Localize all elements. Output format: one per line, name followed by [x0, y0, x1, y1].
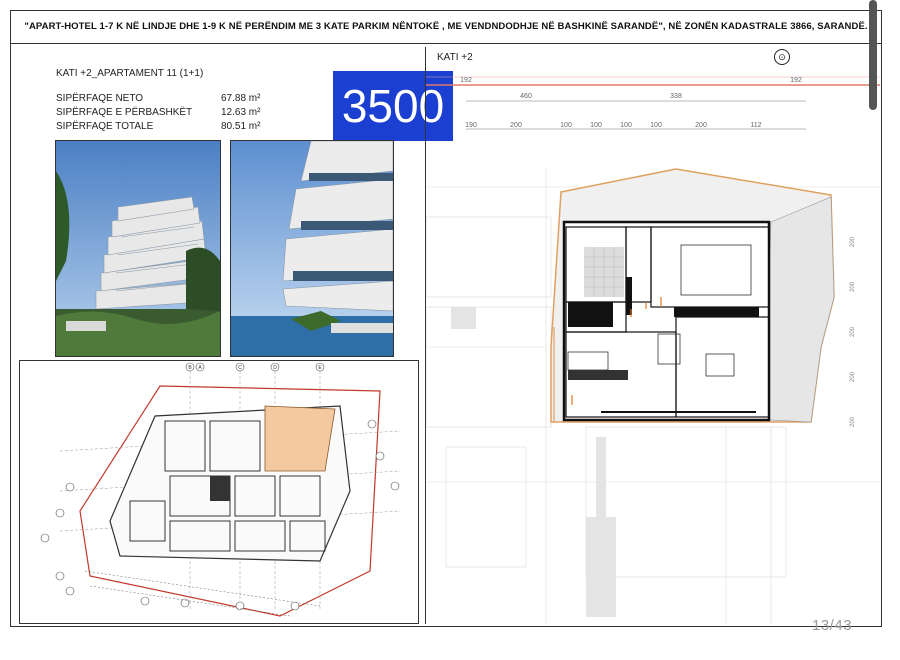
apartment-floor-plan: 460 338 192 192 190 200 100 100 100 100 …	[425, 47, 880, 624]
apartment-heading: KATI +2_APARTAMENT 11 (1+1)	[56, 68, 204, 79]
building-render-front	[55, 140, 221, 357]
site-plan-drawing: B A C D E	[40, 362, 401, 617]
page-indicator: 13/43	[812, 617, 853, 634]
dimension-label: 100	[560, 122, 572, 129]
floor-plan-drawing: 460 338 192 192 190 200 100 100 100 100 …	[426, 76, 880, 624]
dimension-label: 200	[850, 416, 856, 427]
north-arrow-icon: ⊙	[774, 49, 790, 65]
area-row-net: SIPËRFAQE NETO 67.88 m²	[56, 92, 271, 106]
dimension-label: 100	[590, 122, 602, 129]
dimension-label: 200	[850, 326, 856, 337]
building-render-closeup-image	[231, 141, 393, 356]
dimension-label: 192	[460, 77, 472, 84]
area-table: SIPËRFAQE NETO 67.88 m² SIPËRFAQE E PËRB…	[56, 92, 271, 134]
area-value: 80.51 m²	[221, 121, 261, 132]
area-label: SIPËRFAQE TOTALE	[56, 121, 154, 132]
dimension-label: 200	[510, 122, 522, 129]
dimension-label: 338	[670, 93, 682, 100]
grid-label: C	[238, 365, 242, 371]
area-row-total: SIPËRFAQE TOTALE 80.51 m²	[56, 120, 271, 134]
area-row-common: SIPËRFAQE E PËRBASHKËT 12.63 m²	[56, 106, 271, 120]
dimension-label: 100	[620, 122, 632, 129]
floor-label: KATI +2	[437, 52, 473, 63]
project-title: "APART-HOTEL 1-7 K NË LINDJE DHE 1-9 K N…	[11, 11, 881, 44]
area-value: 67.88 m²	[221, 93, 261, 104]
grid-label: D	[273, 365, 277, 371]
dimension-label: 200	[850, 371, 856, 382]
dimension-label: 200	[850, 236, 856, 247]
dimension-label: 192	[790, 77, 802, 84]
dimension-label: 200	[695, 122, 707, 129]
dimension-label: 100	[650, 122, 662, 129]
dimension-label: 460	[520, 93, 532, 100]
dimension-label: 200	[850, 281, 856, 292]
building-render-front-image	[56, 141, 220, 356]
scrollbar[interactable]	[869, 0, 877, 110]
area-label: SIPËRFAQE E PËRBASHKËT	[56, 107, 193, 118]
area-value: 12.63 m²	[221, 107, 261, 118]
building-render-closeup	[230, 140, 394, 357]
site-floor-plan: B A C D E	[19, 360, 419, 624]
area-label: SIPËRFAQE NETO	[56, 93, 144, 104]
dimension-label: 112	[750, 122, 761, 129]
dimension-label: 190	[465, 122, 477, 129]
